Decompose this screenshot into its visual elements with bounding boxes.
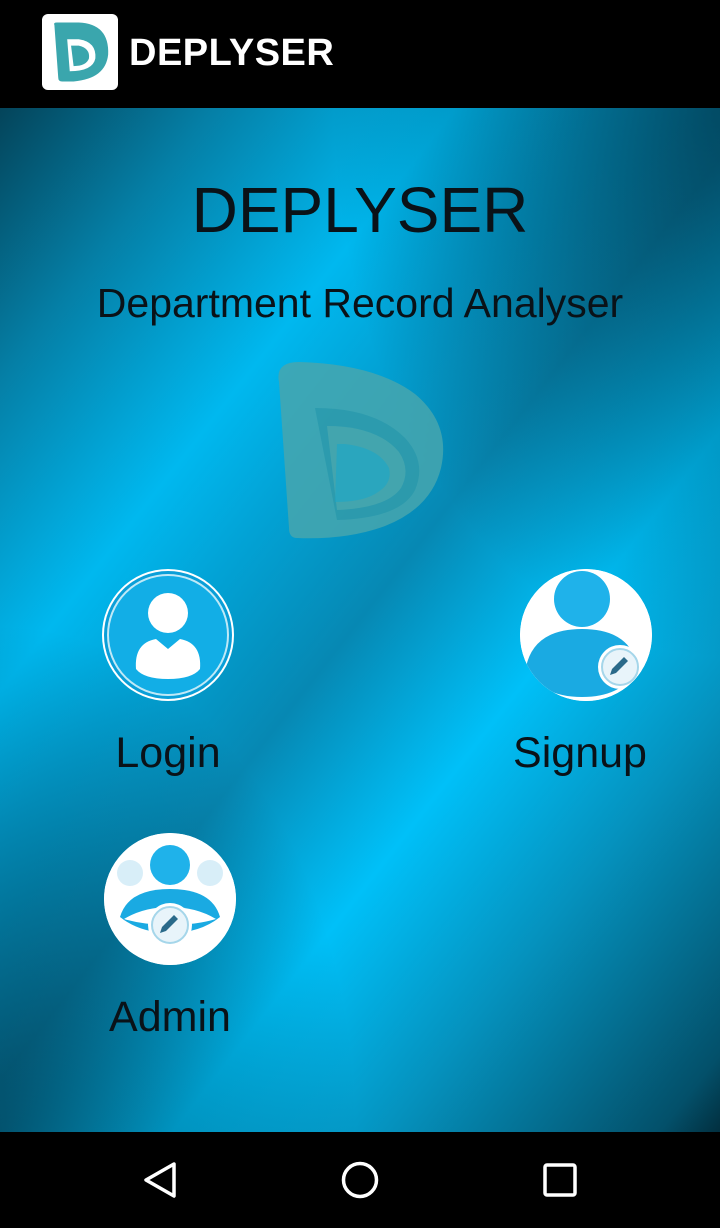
admin-label[interactable]: Admin xyxy=(70,992,270,1042)
main-content: DEPLYSER Department Record Analyser Logi… xyxy=(0,108,720,1132)
app-logo-icon xyxy=(42,14,118,90)
admin-group-edit-icon xyxy=(104,833,236,965)
signup-label[interactable]: Signup xyxy=(480,728,680,778)
app-title: DEPLYSER xyxy=(129,32,335,74)
system-nav-bar xyxy=(0,1132,720,1228)
user-edit-icon xyxy=(520,569,652,701)
app-bar: DEPLYSER xyxy=(0,0,720,108)
recents-square-icon[interactable] xyxy=(536,1156,584,1204)
admin-button[interactable] xyxy=(104,833,236,965)
login-label[interactable]: Login xyxy=(68,728,268,778)
back-triangle-icon[interactable] xyxy=(136,1156,184,1204)
user-icon xyxy=(104,571,232,699)
signup-button[interactable] xyxy=(520,569,652,701)
hero-title: DEPLYSER xyxy=(191,174,529,246)
deplyser-watermark-icon xyxy=(278,362,444,539)
hero-subtitle: Department Record Analyser xyxy=(96,280,624,326)
home-circle-icon[interactable] xyxy=(336,1156,384,1204)
app-screen: DEPLYSER DEPLYSER Department Record Anal… xyxy=(0,0,720,1228)
login-button[interactable] xyxy=(102,569,234,701)
